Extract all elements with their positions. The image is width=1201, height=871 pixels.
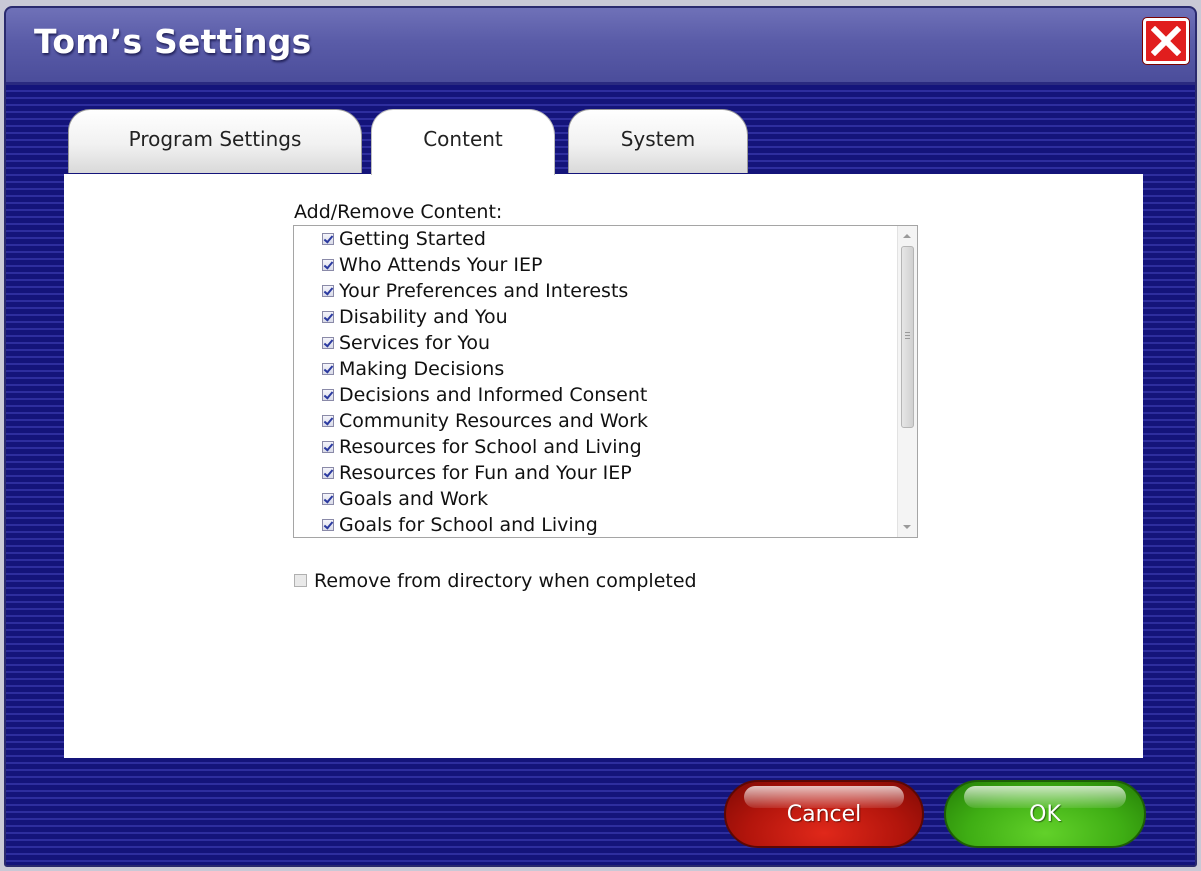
content-list-item[interactable]: Getting Started	[322, 226, 486, 252]
title-bar: Tom’s Settings	[6, 8, 1195, 85]
tab-content[interactable]: Content	[371, 109, 555, 175]
content-item-label: Services for You	[339, 332, 491, 354]
listbox-scrollbar[interactable]	[897, 226, 917, 537]
content-item-checkbox[interactable]	[322, 389, 334, 401]
ok-button-label: OK	[1029, 802, 1061, 827]
grip-icon	[905, 332, 910, 333]
settings-window: Tom’s Settings Program Settings Content …	[4, 6, 1197, 867]
content-item-label: Getting Started	[339, 228, 486, 250]
content-item-label: Resources for School and Living	[339, 436, 642, 458]
content-list-item[interactable]: Services for You	[322, 330, 490, 356]
content-item-label: Resources for Fun and Your IEP	[339, 462, 632, 484]
content-item-label: Who Attends Your IEP	[339, 254, 543, 276]
close-icon	[1151, 26, 1181, 56]
scroll-up-icon[interactable]	[903, 234, 911, 238]
content-item-label: Making Decisions	[339, 358, 505, 380]
content-item-checkbox[interactable]	[322, 311, 334, 323]
content-item-checkbox[interactable]	[322, 363, 334, 375]
remove-from-directory-checkbox[interactable]	[294, 574, 307, 587]
content-list-item[interactable]: Resources for Fun and Your IEP	[322, 460, 632, 486]
content-listbox[interactable]: Getting Started Who Attends Your IEP Your …	[293, 225, 918, 538]
add-remove-content-label: Add/Remove Content:	[294, 201, 503, 223]
content-item-checkbox[interactable]	[322, 233, 334, 245]
remove-from-directory-label: Remove from directory when completed	[314, 570, 697, 592]
content-item-checkbox[interactable]	[322, 493, 334, 505]
content-list-item[interactable]: Making Decisions	[322, 356, 504, 382]
content-list-item[interactable]: Your Preferences and Interests	[322, 278, 628, 304]
cancel-button[interactable]: Cancel	[724, 780, 924, 848]
tab-system[interactable]: System	[568, 109, 748, 173]
tab-program-settings[interactable]: Program Settings	[68, 109, 362, 173]
content-item-label: Decisions and Informed Consent	[339, 384, 648, 406]
content-list-item[interactable]: Who Attends Your IEP	[322, 252, 542, 278]
ok-button[interactable]: OK	[944, 780, 1146, 848]
scroll-down-icon[interactable]	[903, 525, 911, 529]
content-list-item[interactable]: Decisions and Informed Consent	[322, 382, 647, 408]
cancel-button-label: Cancel	[786, 802, 862, 827]
content-item-label: Your Preferences and Interests	[339, 280, 629, 302]
content-item-label: Goals for School and Living	[339, 514, 598, 536]
content-item-checkbox[interactable]	[322, 467, 334, 479]
remove-from-directory-option[interactable]: Remove from directory when completed	[294, 570, 697, 592]
content-item-label: Community Resources and Work	[339, 410, 648, 432]
content-item-checkbox[interactable]	[322, 441, 334, 453]
content-item-checkbox[interactable]	[322, 337, 334, 349]
window-title: Tom’s Settings	[34, 22, 312, 61]
content-item-label: Goals and Work	[339, 488, 489, 510]
content-list-item[interactable]: Disability and You	[322, 304, 508, 330]
content-list-item[interactable]: Goals and Work	[322, 486, 488, 512]
content-list-item[interactable]: Goals for School and Living	[322, 512, 598, 537]
content-item-checkbox[interactable]	[322, 519, 334, 531]
content-list-item[interactable]: Community Resources and Work	[322, 408, 648, 434]
scroll-thumb[interactable]	[901, 246, 914, 428]
content-item-checkbox[interactable]	[322, 285, 334, 297]
content-item-checkbox[interactable]	[322, 259, 334, 271]
content-list-item[interactable]: Resources for School and Living	[322, 434, 642, 460]
close-button[interactable]	[1143, 18, 1189, 64]
content-item-label: Disability and You	[339, 306, 508, 328]
content-item-checkbox[interactable]	[322, 415, 334, 427]
content-panel: Add/Remove Content: Getting Started Who A…	[64, 174, 1143, 758]
